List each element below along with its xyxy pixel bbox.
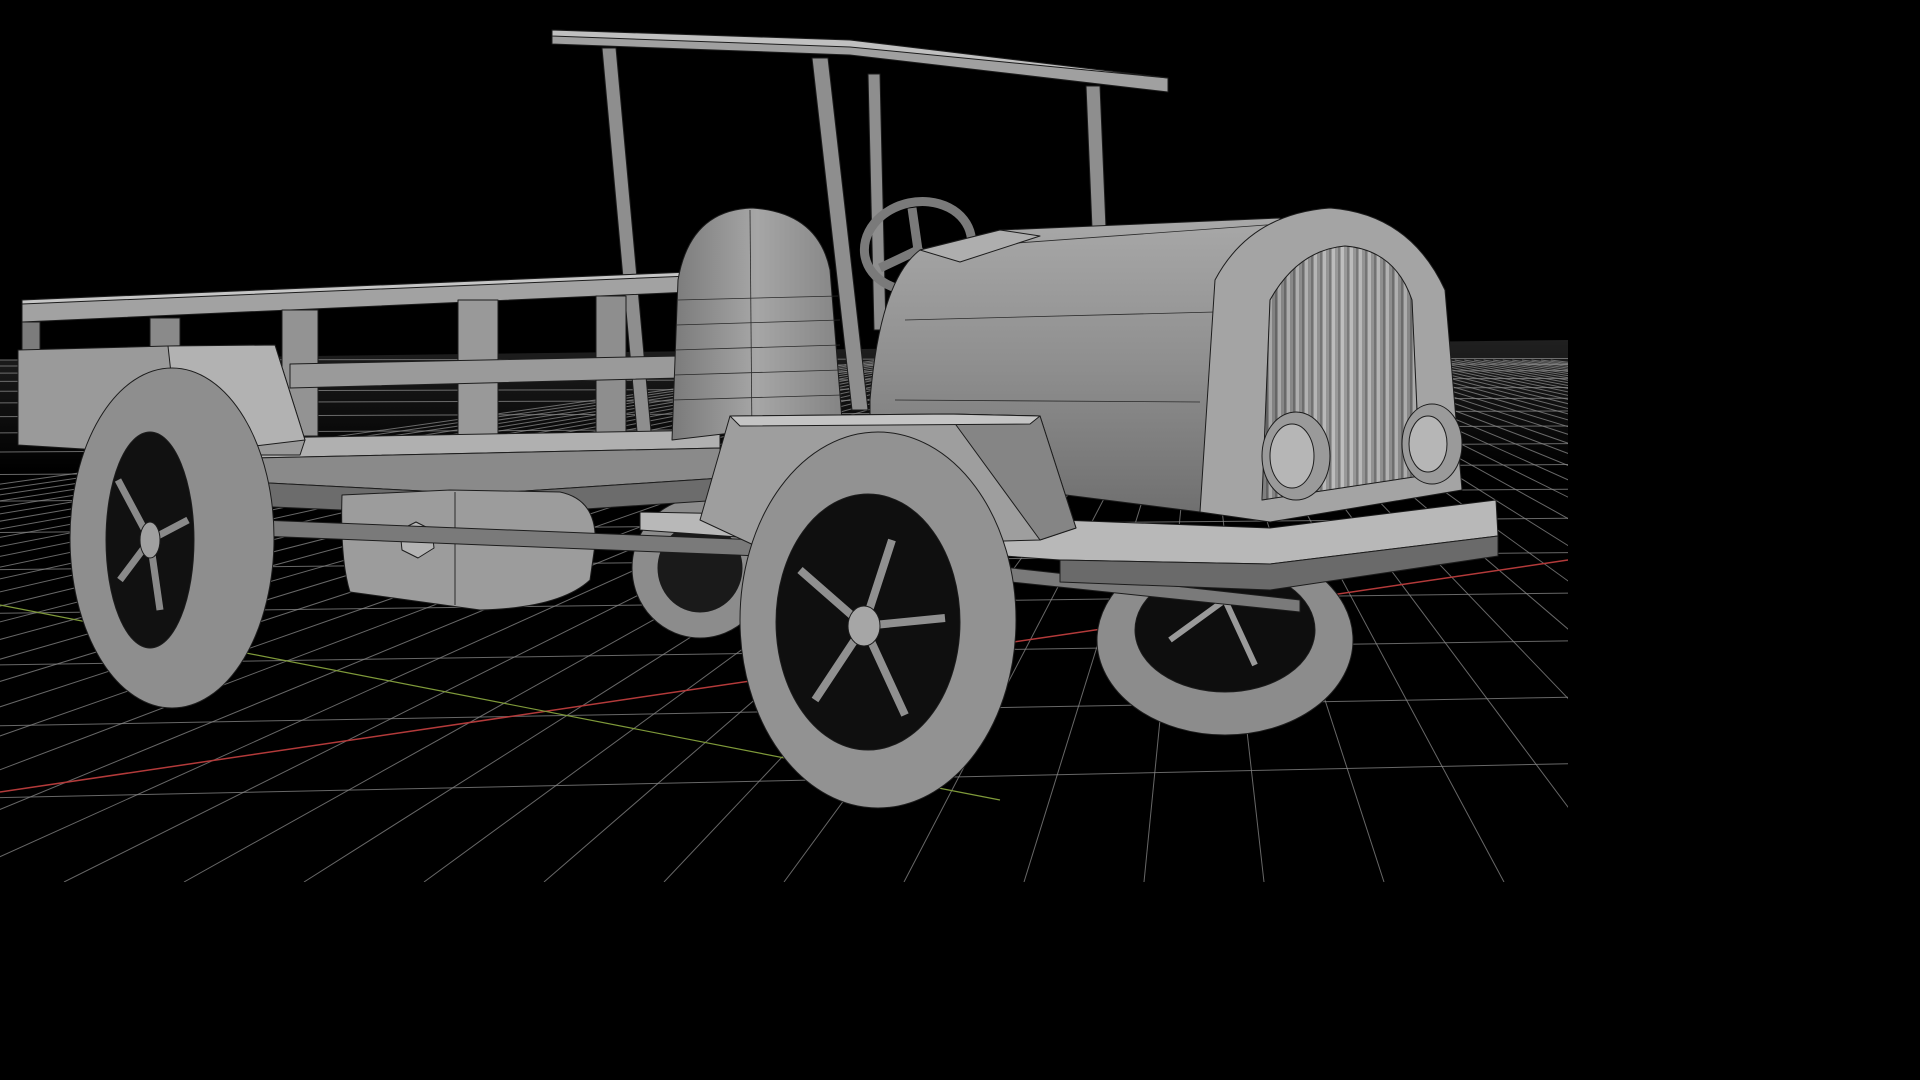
- headlight-right[interactable]: [1401, 403, 1463, 485]
- 3d-viewport[interactable]: [0, 0, 1568, 882]
- rear-near-wheel[interactable]: [69, 367, 275, 709]
- viewport-canvas[interactable]: [0, 0, 1568, 882]
- truck-mesh[interactable]: [17, 29, 1499, 809]
- headlight-left[interactable]: [1261, 411, 1331, 501]
- grid-line: [0, 763, 1568, 799]
- fuel-tank[interactable]: [341, 489, 596, 611]
- seat-back[interactable]: [671, 207, 843, 441]
- front-near-wheel[interactable]: [739, 431, 1017, 809]
